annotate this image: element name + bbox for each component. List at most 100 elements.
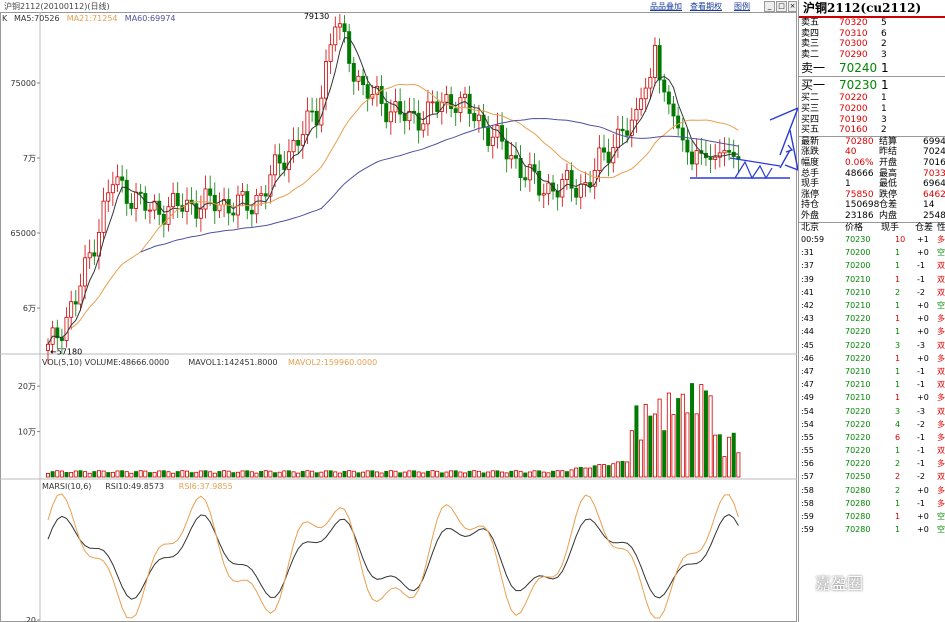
tick-price: 70280 [845, 485, 871, 495]
tick-time: :46 [801, 353, 814, 363]
tick-header-cell: 仓差 [915, 222, 934, 233]
candle-body [546, 182, 551, 195]
candle-body [106, 192, 111, 202]
volume-bar [699, 384, 704, 478]
tick-price: 70230 [845, 235, 871, 245]
volume-bar [379, 472, 384, 478]
candle-body [273, 154, 278, 176]
bid-price: 70190 [839, 114, 868, 125]
tick-volume: 1 [895, 327, 901, 337]
bid-row[interactable]: 买一 70230 1 [799, 77, 945, 93]
volume-bar [143, 470, 148, 478]
stat-value: 7033 [923, 168, 945, 179]
ask-row[interactable]: 卖一 70240 1 [799, 60, 945, 76]
tick-row[interactable]: :59 70280 1 +0 空 [799, 510, 945, 523]
volume-bar [467, 470, 472, 478]
candle-body [680, 127, 685, 141]
volume-bar [435, 470, 440, 478]
tick-nature: 多 [937, 432, 945, 442]
tick-row[interactable]: :56 70220 2 -1 多 [799, 457, 945, 470]
candle-body [175, 193, 180, 206]
ask-volume: 6 [881, 28, 887, 39]
volume-bar [606, 465, 611, 478]
tick-row[interactable]: 00:59 70230 10 +1 多 [799, 233, 945, 246]
tick-row[interactable]: :45 70220 3 -3 双 [799, 339, 945, 352]
candle-body [217, 204, 222, 212]
tick-price: 70220 [845, 419, 871, 429]
ask-row[interactable]: 卖二 70290 3 [799, 50, 945, 61]
volume-bar [249, 471, 254, 478]
stat-row: 幅度 0.06% 开盘 7016 [799, 158, 945, 169]
candle-body [263, 193, 268, 197]
volume-bar [286, 470, 291, 478]
tick-volume: 1 [895, 446, 901, 456]
stat-row: 涨跌 40 昨结 7024 [799, 147, 945, 158]
tick-row[interactable]: :58 70280 1 -1 多 [799, 497, 945, 510]
tick-oi-change: +0 [917, 393, 929, 403]
tick-row[interactable]: :49 70210 1 +0 多 [799, 391, 945, 404]
tick-row[interactable]: :47 70210 1 -1 双 [799, 365, 945, 378]
tick-row[interactable]: :39 70210 1 -1 双 [799, 273, 945, 286]
ask-volume: 5 [881, 18, 887, 28]
tick-time: :59 [801, 525, 814, 535]
volume-bar [671, 414, 676, 478]
tick-time: :31 [801, 248, 814, 258]
tick-row[interactable]: :58 70280 2 +0 多 [799, 484, 945, 497]
volume-bar [407, 470, 412, 478]
volume-bar [300, 471, 305, 478]
tick-row[interactable]: :54 70220 3 -3 双 [799, 405, 945, 418]
tick-row[interactable]: :41 70210 2 -2 双 [799, 286, 945, 299]
rsi6-line [47, 493, 739, 619]
stat-label: 涨跌 [801, 147, 820, 158]
bid-row[interactable]: 买三 70200 1 [799, 104, 945, 115]
tick-volume: 6 [895, 432, 901, 442]
volume-bar [240, 470, 245, 478]
y-tick-label: 10万 [18, 428, 36, 437]
candle-body [73, 301, 78, 305]
tick-row[interactable]: :37 70200 1 -1 双 [799, 259, 945, 272]
tick-row[interactable]: :55 70220 1 -1 双 [799, 444, 945, 457]
tick-row[interactable]: :57 70250 2 -2 双 [799, 470, 945, 483]
volume-bar [629, 430, 634, 478]
bid-row[interactable]: 买五 70160 2 [799, 125, 945, 136]
tick-row[interactable]: :31 70200 1 +0 空 [799, 246, 945, 259]
bid-row[interactable]: 买四 70190 3 [799, 115, 945, 126]
volume-bar [171, 472, 176, 478]
tick-oi-change: -1 [917, 498, 925, 508]
volume-bar [444, 471, 449, 478]
volume-bar [96, 470, 101, 478]
tick-row[interactable]: :44 70220 1 +0 多 [799, 325, 945, 338]
volume-bar [421, 472, 426, 478]
stat-row: 现手 1 最低 6964 [799, 179, 945, 190]
stats-table: 最新 70280 结算 6994 涨跌 40 昨结 7024 幅度 0.06% 开盘 7016 总手 48… [799, 137, 945, 222]
volume-bar [690, 383, 695, 478]
bid-row[interactable]: 买二 70220 1 [799, 93, 945, 104]
ma5-line [47, 37, 739, 345]
bid-label: 买一 [801, 78, 826, 93]
tick-row[interactable]: :59 70280 1 +0 空 [799, 523, 945, 536]
volume-bar [147, 472, 152, 478]
tick-row[interactable]: :55 70220 6 -1 多 [799, 431, 945, 444]
ask-row[interactable]: 卖三 70300 2 [799, 39, 945, 50]
ask-price: 70240 [839, 61, 878, 76]
volume-bar [87, 472, 92, 478]
tick-row[interactable]: :43 70220 1 +0 多 [799, 312, 945, 325]
tick-oi-change: -2 [917, 419, 925, 429]
tick-row[interactable]: :46 70220 1 +0 多 [799, 352, 945, 365]
tick-row[interactable]: :42 70210 1 +0 空 [799, 299, 945, 312]
volume-bar [129, 472, 134, 478]
tick-row[interactable]: :47 70210 1 -1 双 [799, 378, 945, 391]
volume-bar [416, 471, 421, 478]
ask-row[interactable]: 卖四 70310 6 [799, 29, 945, 40]
volume-bar [541, 471, 546, 478]
candle-body [444, 94, 449, 103]
volume-bar [370, 470, 375, 478]
tick-list[interactable]: 00:59 70230 10 +1 多:31 70200 1 +0 空:37 70200 1 -1 双:… [799, 233, 945, 536]
volume-bar [476, 470, 481, 478]
tick-row[interactable]: :54 70220 4 -2 多 [799, 418, 945, 431]
kline-chart-area[interactable]: 沪铜2112(20100112)(日线) 品品叠加 查看期权 图例 _ □ × … [0, 0, 798, 622]
volume-bar [231, 472, 236, 478]
ask-row[interactable]: 卖五 70320 5 [799, 18, 945, 29]
volume-bar [620, 460, 625, 478]
ask-label: 卖一 [801, 61, 826, 76]
